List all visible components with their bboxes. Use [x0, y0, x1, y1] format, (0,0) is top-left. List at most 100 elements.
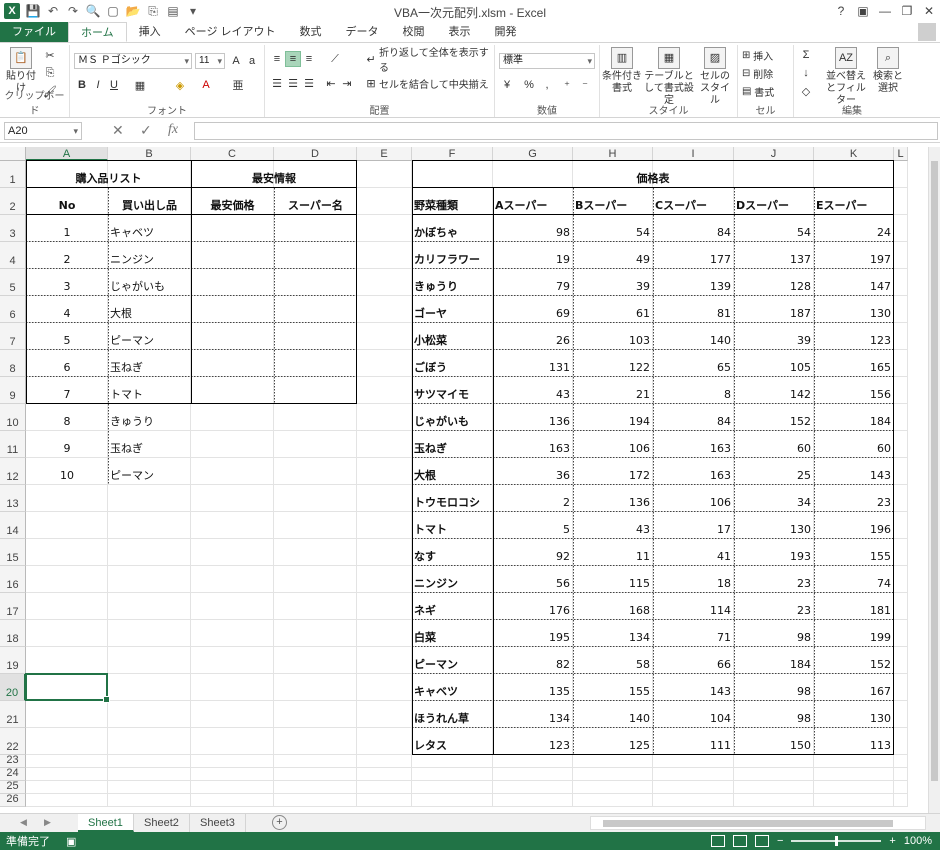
price-cell[interactable]: 65	[653, 361, 734, 375]
price-cell[interactable]: 197	[814, 253, 894, 267]
price-cell[interactable]: 196	[814, 523, 894, 537]
row-header-4[interactable]: 4	[0, 242, 26, 269]
prev-sheet-icon[interactable]: ◀	[20, 817, 27, 828]
sheet-tab-1[interactable]: Sheet1	[78, 814, 134, 832]
price-cell[interactable]: 106	[653, 496, 734, 510]
column-header-g[interactable]: G	[493, 147, 573, 161]
sheet-tab-3[interactable]: Sheet3	[190, 814, 246, 832]
price-cell[interactable]: 140	[653, 334, 734, 348]
price-cell[interactable]: 54	[573, 226, 653, 240]
price-cell[interactable]: 128	[734, 280, 814, 294]
price-cell[interactable]: 114	[653, 604, 734, 618]
border-icon[interactable]: ▦	[132, 77, 148, 93]
price-cell[interactable]: 84	[653, 415, 734, 429]
tab-home[interactable]: ホーム	[68, 22, 127, 42]
cell-styles-button[interactable]: ▨ セルのスタイル	[696, 47, 734, 107]
purchase-no-cell[interactable]: 1	[26, 226, 108, 240]
price-cell[interactable]: 199	[814, 631, 894, 645]
bold-icon[interactable]: B	[74, 77, 90, 93]
price-cell[interactable]: 18	[653, 577, 734, 591]
vegetable-name-cell[interactable]: トウモロコシ	[412, 496, 493, 510]
price-cell[interactable]: 152	[734, 415, 814, 429]
price-cell[interactable]: 106	[573, 442, 653, 456]
vegetable-name-cell[interactable]: じゃがいも	[412, 415, 493, 429]
sheet-tab-2[interactable]: Sheet2	[134, 814, 190, 832]
price-cell[interactable]: 92	[493, 550, 573, 564]
next-sheet-icon[interactable]: ▶	[44, 817, 51, 828]
vegetable-name-cell[interactable]: 小松菜	[412, 334, 493, 348]
price-cell[interactable]: 71	[653, 631, 734, 645]
currency-icon[interactable]: ¥	[499, 77, 515, 93]
price-cell[interactable]: 193	[734, 550, 814, 564]
column-header-i[interactable]: I	[653, 147, 734, 161]
price-cell[interactable]: 43	[493, 388, 573, 402]
fill-icon[interactable]: ↓	[798, 65, 814, 81]
price-cell[interactable]: 34	[734, 496, 814, 510]
row-header-22[interactable]: 22	[0, 728, 26, 755]
price-cell[interactable]: 194	[573, 415, 653, 429]
price-cell[interactable]: 26	[493, 334, 573, 348]
cell[interactable]: 価格表	[412, 172, 894, 186]
tab-data[interactable]: データ	[334, 22, 391, 42]
price-cell[interactable]: 165	[814, 361, 894, 375]
price-cell[interactable]: 136	[573, 496, 653, 510]
align-left-icon[interactable]: ☰	[269, 75, 285, 91]
price-cell[interactable]: 142	[734, 388, 814, 402]
cell[interactable]: 買い出し品	[108, 199, 191, 213]
phonetic-icon[interactable]: 亜	[230, 77, 246, 93]
zoom-slider[interactable]	[791, 836, 882, 846]
purchase-item-cell[interactable]: ピーマン	[108, 334, 191, 348]
price-cell[interactable]: 54	[734, 226, 814, 240]
autosum-icon[interactable]: Σ	[798, 47, 814, 63]
vegetable-name-cell[interactable]: カリフラワー	[412, 253, 493, 267]
conditional-format-button[interactable]: ▥ 条件付き書式	[602, 47, 642, 95]
close-button[interactable]: ✕	[918, 0, 940, 22]
price-cell[interactable]: 82	[493, 658, 573, 672]
row-header-5[interactable]: 5	[0, 269, 26, 296]
macro-record-icon[interactable]: ▣	[66, 835, 76, 848]
price-cell[interactable]: 61	[573, 307, 653, 321]
price-cell[interactable]: 181	[814, 604, 894, 618]
vegetable-name-cell[interactable]: 大根	[412, 469, 493, 483]
row-header-26[interactable]: 26	[0, 793, 26, 807]
italic-icon[interactable]: I	[90, 77, 106, 93]
purchase-item-cell[interactable]: 玉ねぎ	[108, 442, 191, 456]
row-header-1[interactable]: 1	[0, 161, 26, 188]
price-cell[interactable]: 140	[573, 712, 653, 726]
column-header-j[interactable]: J	[734, 147, 814, 161]
comma-icon[interactable]: ,	[539, 77, 555, 93]
price-cell[interactable]: 155	[814, 550, 894, 564]
page-layout-view-icon[interactable]	[732, 835, 747, 847]
underline-icon[interactable]: U	[106, 77, 122, 93]
store-header-cell[interactable]: Dスーパー	[734, 199, 814, 213]
cut-icon[interactable]: ✂	[42, 47, 58, 63]
align-bottom-icon[interactable]: ≡	[301, 51, 317, 67]
price-cell[interactable]: 150	[734, 739, 814, 753]
cell[interactable]: 野菜種類	[412, 199, 493, 213]
zoom-out-icon[interactable]: −	[777, 835, 783, 847]
add-sheet-button[interactable]: +	[272, 815, 287, 830]
price-cell[interactable]: 25	[734, 469, 814, 483]
purchase-item-cell[interactable]: トマト	[108, 388, 191, 402]
price-cell[interactable]: 39	[573, 280, 653, 294]
undo-icon[interactable]: ↶	[46, 4, 60, 18]
purchase-item-cell[interactable]: 大根	[108, 307, 191, 321]
price-cell[interactable]: 2	[493, 496, 573, 510]
price-cell[interactable]: 56	[493, 577, 573, 591]
cell[interactable]: No	[26, 199, 108, 213]
zoom-in-icon[interactable]: +	[889, 835, 895, 847]
price-cell[interactable]: 122	[573, 361, 653, 375]
price-cell[interactable]: 41	[653, 550, 734, 564]
price-cell[interactable]: 84	[653, 226, 734, 240]
price-cell[interactable]: 136	[493, 415, 573, 429]
open-folder-icon[interactable]: 📂	[126, 4, 141, 18]
vegetable-name-cell[interactable]: ネギ	[412, 604, 493, 618]
price-cell[interactable]: 5	[493, 523, 573, 537]
decrease-font-icon[interactable]: a	[244, 53, 260, 69]
price-cell[interactable]: 163	[653, 469, 734, 483]
purchase-item-cell[interactable]: キャベツ	[108, 226, 191, 240]
price-cell[interactable]: 21	[573, 388, 653, 402]
store-header-cell[interactable]: Eスーパー	[814, 199, 894, 213]
tab-view[interactable]: 表示	[437, 22, 483, 42]
cell[interactable]: 最安価格	[191, 199, 274, 213]
